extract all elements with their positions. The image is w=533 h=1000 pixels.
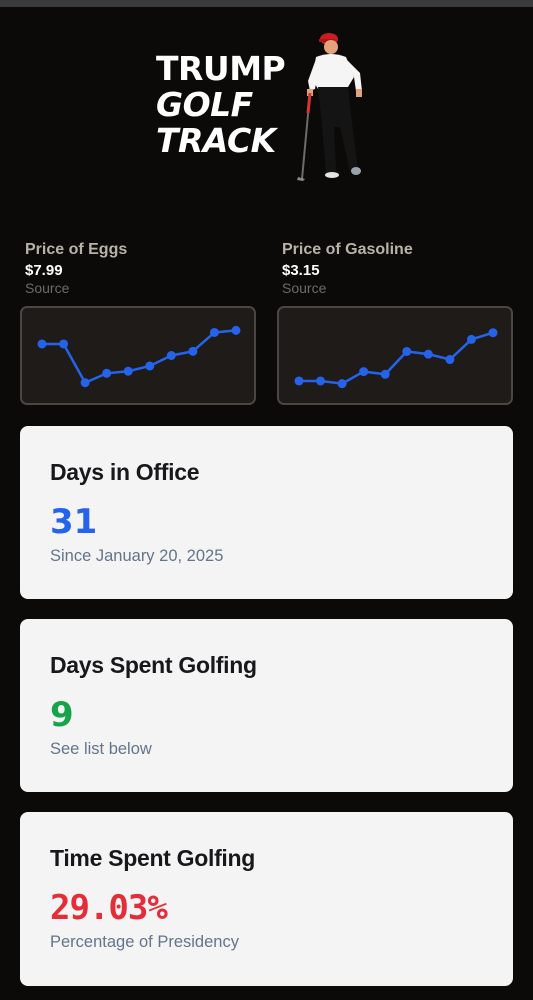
card-subtitle: Since January 20, 2025 — [50, 547, 224, 565]
hero-banner: TRUMP GOLF TRACK — [0, 7, 533, 207]
gas-source-link[interactable]: Source — [282, 280, 520, 297]
gas-price-value: $3.15 — [282, 262, 320, 279]
gas-price-widget: Price of Gasoline $3.15 Source — [277, 240, 520, 405]
eggs-chart-data-point[interactable] — [209, 327, 219, 337]
site-logo-title[interactable]: TRUMP GOLF TRACK — [156, 49, 286, 160]
golfer-figure-image — [297, 33, 362, 181]
top-bar — [0, 0, 533, 7]
eggs-chart-data-point[interactable] — [188, 346, 198, 356]
card-title: Days in Office — [50, 459, 200, 485]
days-golfing-value: 9 — [50, 695, 74, 735]
eggs-chart-data-point[interactable] — [102, 368, 112, 378]
eggs-chart-data-point[interactable] — [166, 351, 176, 360]
eggs-chart-data-point[interactable] — [80, 378, 90, 388]
eggs-chart-data-point[interactable] — [37, 339, 47, 349]
gas-price-chart — [277, 306, 513, 405]
card-title: Time Spent Golfing — [50, 845, 256, 871]
card-subtitle: Percentage of Presidency — [50, 933, 239, 951]
eggs-chart-data-point[interactable] — [123, 366, 133, 376]
logo-line-2: GOLF — [156, 85, 253, 124]
gas-chart-data-point[interactable] — [380, 369, 390, 379]
logo-line-1: TRUMP — [156, 49, 286, 88]
card-title: Days Spent Golfing — [50, 652, 257, 678]
days-golfing-card: Days Spent Golfing 9 See list below — [20, 619, 513, 792]
days-in-office-card: Days in Office 31 Since January 20, 2025 — [20, 426, 513, 599]
time-golfing-percent: 29.03% — [50, 888, 168, 928]
eggs-chart-series-line — [42, 329, 237, 385]
eggs-price-widget: Price of Eggs $7.99 Source — [20, 240, 263, 405]
eggs-chart-data-point[interactable] — [145, 361, 155, 371]
eggs-source-link[interactable]: Source — [25, 280, 263, 297]
gas-chart-series-line — [299, 331, 494, 385]
gas-price-label: Price of Gasoline — [282, 241, 413, 258]
eggs-price-chart — [20, 306, 256, 405]
days-in-office-value: 31 — [50, 502, 98, 542]
eggs-chart-svg — [37, 325, 241, 388]
time-golfing-card: Time Spent Golfing 29.03% Percentage of … — [20, 812, 513, 986]
logo-line-3: TRACK — [156, 121, 276, 160]
see-list-link[interactable]: See list below — [50, 740, 152, 759]
gas-chart-data-point[interactable] — [445, 355, 455, 365]
gas-chart-svg — [294, 328, 498, 389]
gas-chart-data-point[interactable] — [294, 376, 304, 386]
gas-chart-data-point[interactable] — [316, 376, 326, 386]
gas-chart-data-point[interactable] — [402, 346, 412, 356]
eggs-price-label: Price of Eggs — [25, 241, 128, 258]
eggs-chart-data-point[interactable] — [59, 339, 69, 349]
gas-chart-data-point[interactable] — [337, 379, 347, 389]
eggs-chart-data-point[interactable] — [231, 325, 241, 335]
gas-chart-data-point[interactable] — [359, 367, 369, 377]
gas-chart-data-point[interactable] — [466, 334, 476, 344]
eggs-price-value: $7.99 — [25, 262, 63, 279]
gas-chart-data-point[interactable] — [423, 349, 433, 359]
gas-chart-data-point[interactable] — [488, 328, 498, 338]
